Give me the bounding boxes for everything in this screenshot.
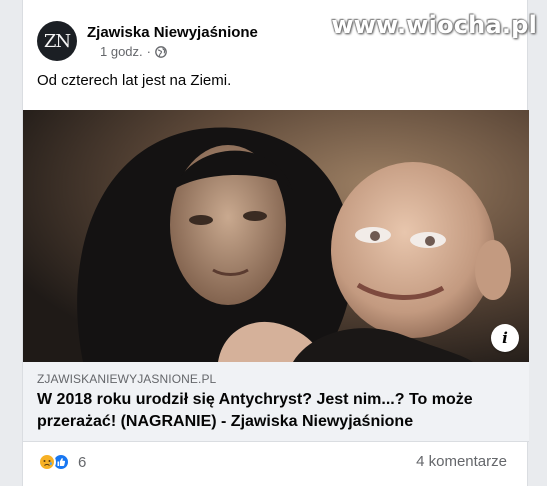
link-preview[interactable]: ZJAWISKANIEWYJASNIONE.PL W 2018 roku uro… <box>23 362 529 442</box>
post-text: Od czterech lat jest na Ziemi. <box>37 72 232 89</box>
link-preview-image[interactable]: i <box>23 110 529 362</box>
reaction-count[interactable]: 6 <box>78 454 86 471</box>
meta-separator: · <box>146 44 151 59</box>
post-time-link[interactable]: 1 godz. <box>100 44 143 59</box>
page-name-link[interactable]: Zjawiska Niewyjaśnione <box>87 24 258 41</box>
info-icon[interactable]: i <box>491 324 519 352</box>
preview-photo <box>23 110 529 362</box>
globe-icon[interactable] <box>155 45 167 58</box>
post-footer: 6 4 komentarze <box>23 442 529 486</box>
post-card: ZN Zjawiska Niewyjaśnione 1 godz. · Od c… <box>22 0 529 486</box>
sad-reaction-icon <box>38 453 56 471</box>
post-meta: 1 godz. · <box>100 44 167 59</box>
reactions-summary[interactable]: 6 <box>38 452 86 472</box>
link-domain: ZJAWISKANIEWYJASNIONE.PL <box>37 372 217 386</box>
watermark-logo: www.wiocha.pl <box>331 11 537 39</box>
comments-count-link[interactable]: 4 komentarze <box>416 453 507 470</box>
link-title[interactable]: W 2018 roku urodził się Antychryst? Jest… <box>37 389 477 433</box>
page-avatar[interactable]: ZN <box>37 21 77 61</box>
